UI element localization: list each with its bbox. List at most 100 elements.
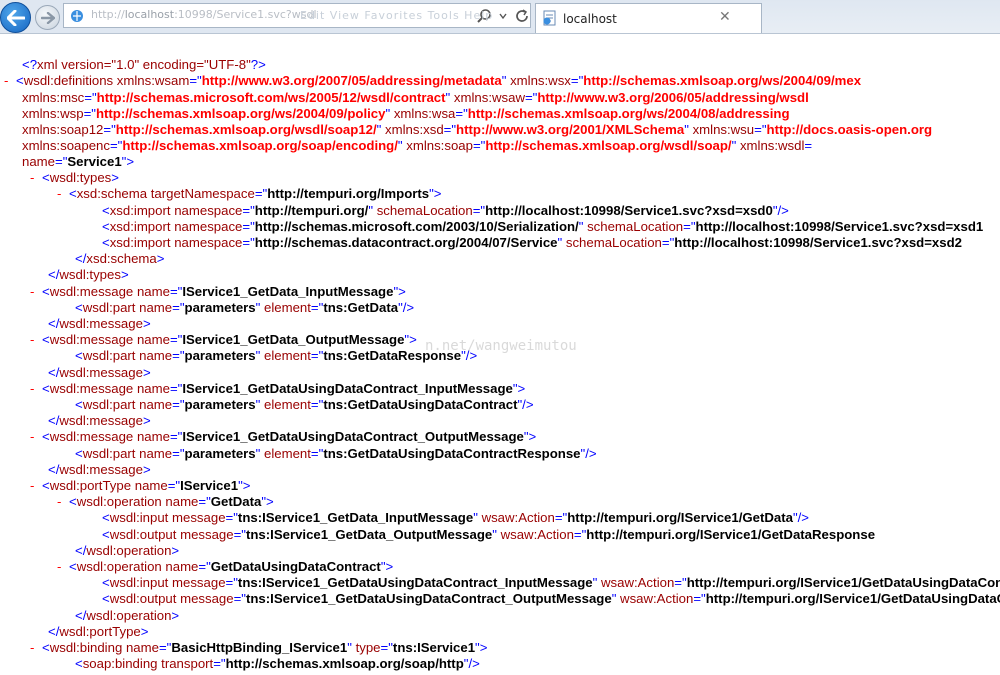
xml-bracket: <	[102, 203, 110, 218]
xml-bracket: ="	[754, 122, 767, 137]
collapse-toggle[interactable]: -	[4, 73, 16, 89]
xml-bracket: <	[42, 332, 50, 347]
xml-tag-name: wsdl:definitions	[23, 73, 117, 88]
xml-tag-name: wsdl:output	[109, 591, 181, 606]
xml-bracket: ="	[573, 527, 587, 542]
back-button[interactable]	[0, 2, 31, 33]
xml-bracket: >	[142, 413, 151, 428]
collapse-toggle[interactable]: -	[30, 381, 42, 397]
xml-bracket: </	[75, 608, 87, 623]
xml-attribute-value: tns:IService1_GetDataUsingDataContract_I…	[237, 575, 593, 590]
xml-bracket: ="	[172, 397, 185, 412]
forward-button[interactable]	[35, 5, 60, 30]
xml-attribute-value: parameters	[184, 300, 256, 315]
collapse-toggle[interactable]: -	[57, 186, 69, 202]
xml-bracket: <	[69, 559, 77, 574]
xml-bracket: >	[111, 170, 119, 185]
xml-line: - <wsdl:message name="IService1_GetData_O…	[30, 332, 417, 348]
xml-attribute-value: http://localhost:10998/Service1.svc?xsd=…	[695, 219, 984, 234]
xml-attribute-value: GetData	[210, 494, 262, 509]
collapse-toggle[interactable]: -	[30, 429, 42, 445]
xml-bracket: >	[156, 251, 165, 266]
xml-bracket: ="	[213, 656, 226, 671]
xml-bracket: ="	[310, 397, 324, 412]
browser-tab[interactable]: localhost ✕	[535, 3, 762, 33]
xml-line: <xsd:import namespace="http://schemas.mi…	[102, 219, 983, 235]
xml-bracket: <	[42, 640, 50, 655]
tab-close-icon[interactable]: ✕	[719, 9, 731, 25]
xml-bracket: ">	[475, 640, 488, 655]
xml-bracket: ">	[238, 478, 251, 493]
collapse-toggle[interactable]: -	[57, 494, 69, 510]
xml-bracket: </	[48, 316, 60, 331]
collapse-toggle[interactable]: -	[30, 284, 42, 300]
xml-attribute-value: parameters	[184, 348, 256, 363]
xml-attribute-value: tns:IService1_GetData_OutputMessage	[245, 527, 493, 542]
xml-bracket: "	[255, 348, 264, 363]
xml-bracket: ="	[172, 446, 185, 461]
collapse-toggle[interactable]: -	[57, 559, 69, 575]
xml-attribute-name: message	[180, 591, 234, 606]
xml-bracket: "	[592, 575, 601, 590]
xml-bracket: >	[140, 624, 149, 639]
xml-attribute-name: name	[139, 446, 173, 461]
xml-attribute-name: name	[136, 429, 170, 444]
menu-ghost-text: Edit View Favorites Tools Help	[300, 9, 494, 22]
xml-line: <wsdl:part name="parameters" element="tn…	[75, 446, 597, 462]
xml-bracket: ="	[443, 122, 457, 137]
xml-attribute-value: http://tempuri.org/IService1/GetData	[567, 510, 793, 525]
xml-attribute-value: Service1	[67, 154, 122, 169]
xml-attribute-name: xmlns:wsa	[393, 106, 456, 121]
xml-bracket: ="	[198, 559, 211, 574]
xml-bracket: "	[255, 397, 264, 412]
xml-bracket: "	[347, 640, 356, 655]
xml-bracket: <	[102, 527, 110, 542]
xml-bracket: ">	[429, 186, 442, 201]
xml-bracket: "/>	[463, 656, 480, 671]
xml-attribute-value: http://tempuri.org/IService1/GetDataResp…	[586, 527, 876, 542]
xml-tag-name: wsdl:message	[49, 332, 137, 347]
xml-bracket: "	[492, 527, 501, 542]
xml-bracket: ="	[242, 219, 255, 234]
xml-bracket: ">	[393, 284, 406, 299]
xml-attribute-name: xmlns:wsam	[116, 73, 190, 88]
chevron-down-icon[interactable]	[498, 8, 508, 24]
xml-bracket: ">	[404, 332, 417, 347]
xml-attribute-name: name	[125, 640, 159, 655]
xml-attribute-name: name	[139, 348, 173, 363]
xml-line: </wsdl:operation>	[75, 608, 179, 624]
xml-namespace-value: http://schemas.xmlsoap.org/ws/2004/09/po…	[95, 106, 386, 121]
xml-line: xmlns:soap12="http://schemas.xmlsoap.org…	[22, 122, 932, 138]
collapse-toggle[interactable]: -	[30, 640, 42, 656]
xml-line: <wsdl:input message="tns:IService1_GetDa…	[102, 575, 1000, 591]
xml-bracket: ="	[233, 591, 246, 606]
xml-bracket: >	[142, 316, 151, 331]
xml-tag-name: wsdl:part	[82, 348, 140, 363]
collapse-toggle[interactable]: -	[30, 478, 42, 494]
xml-bracket: ="	[225, 575, 238, 590]
page-icon	[543, 10, 556, 26]
xml-bracket: <	[102, 510, 110, 525]
xml-line: </xsd:schema>	[75, 251, 164, 267]
xml-attribute-name: element	[264, 300, 311, 315]
xml-attribute-name: xmlns:wsx	[510, 73, 571, 88]
xml-attribute-value: tns:IService1_GetDataUsingDataContract_O…	[245, 591, 612, 606]
collapse-toggle[interactable]: -	[30, 332, 42, 348]
refresh-icon[interactable]	[514, 8, 530, 24]
xml-bracket: "/>	[772, 203, 789, 218]
xml-bracket: "	[368, 203, 377, 218]
xml-bracket: ="	[380, 640, 393, 655]
xml-attribute-value: tns:GetData	[323, 300, 399, 315]
xml-attribute-name: xmlns:msc	[22, 90, 85, 105]
xml-bracket: <	[102, 591, 110, 606]
xml-attribute-name: message	[172, 510, 226, 525]
collapse-toggle[interactable]: -	[30, 170, 42, 186]
xml-bracket: </	[48, 267, 60, 282]
xml-bracket: ="	[683, 219, 696, 234]
xml-attribute-name: schemaLocation	[587, 219, 684, 234]
xml-attribute-name: wsaw:Action	[620, 591, 694, 606]
xml-bracket: ="	[455, 106, 468, 121]
xml-attribute-name: name	[139, 397, 173, 412]
xml-bracket: ="	[310, 300, 324, 315]
xml-bracket: >	[120, 267, 129, 282]
